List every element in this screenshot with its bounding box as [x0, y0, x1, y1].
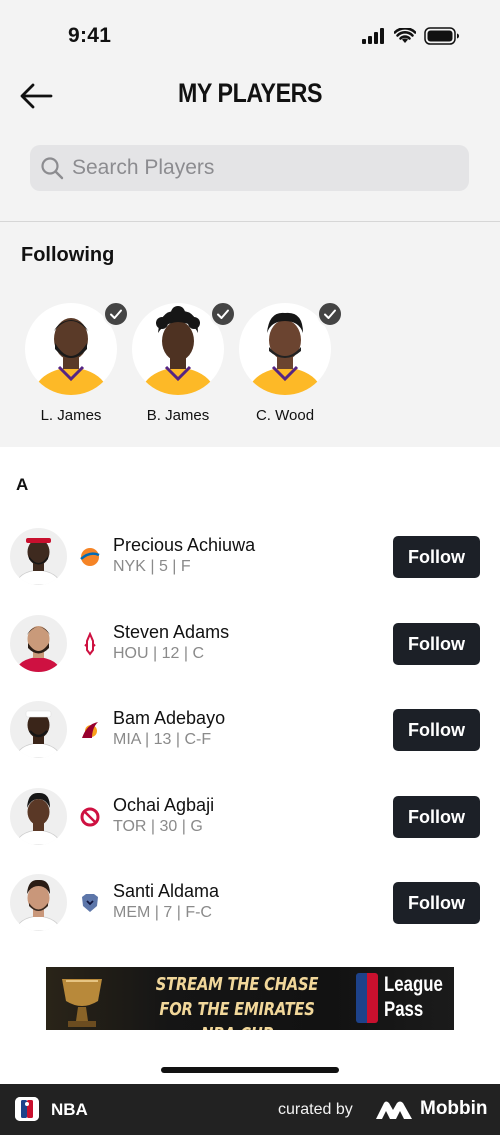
- player-meta: NYK | 5 | F: [113, 558, 191, 575]
- rockets-logo-icon: [84, 632, 96, 656]
- promo-line-2: FOR THE EMIRATES NBA CUP: [159, 999, 315, 1030]
- header: MY PLAYERS: [0, 70, 500, 120]
- player-meta: MEM | 7 | F-C: [113, 904, 212, 921]
- player-avatar: [10, 615, 67, 672]
- player-name: Santi Aldama: [113, 881, 220, 901]
- mobbin-brand: Mobbin: [420, 1098, 488, 1119]
- player-meta: TOR | 30 | G: [113, 818, 203, 835]
- wifi-icon: [394, 28, 416, 43]
- player-avatar: [10, 874, 67, 931]
- heat-logo-icon: [82, 722, 98, 738]
- league-pass-line-2: Pass: [384, 998, 424, 1021]
- player-meta: MIA | 13 | C-F: [113, 731, 212, 748]
- player-headshot-icon: [15, 792, 62, 845]
- followed-check-icon: [103, 301, 129, 327]
- trophy-icon: [62, 979, 102, 1027]
- player-headshot-icon: [16, 626, 61, 672]
- page-title: MY PLAYERS: [177, 78, 323, 108]
- promo-banner[interactable]: STREAM THE CHASE FOR THE EMIRATES NBA CU…: [46, 967, 454, 1030]
- following-player[interactable]: B. James: [132, 301, 236, 424]
- nba-app-icon: [15, 1097, 39, 1121]
- player-headshot-icon: [15, 538, 62, 585]
- league-pass-line-1: League: [384, 973, 443, 996]
- player-row: Ochai Agbaji TOR | 30 | G Follow: [0, 787, 500, 847]
- follow-button[interactable]: Follow: [393, 536, 480, 578]
- search-input[interactable]: [72, 156, 452, 180]
- status-time: 9:41: [68, 24, 112, 47]
- following-player[interactable]: L. James: [25, 301, 129, 424]
- footer-app-name: NBA: [51, 1100, 88, 1119]
- section-letter: A: [16, 475, 29, 494]
- followed-check-icon: [210, 301, 236, 327]
- player-name: Steven Adams: [113, 622, 230, 642]
- home-indicator: [161, 1067, 339, 1073]
- player-avatar: [10, 701, 67, 758]
- following-player[interactable]: C. Wood: [239, 301, 343, 424]
- player-name: Precious Achiuwa: [113, 535, 256, 555]
- player-name: Ochai Agbaji: [113, 795, 215, 815]
- mobbin-logo-icon: [376, 1101, 412, 1119]
- grizzlies-logo-icon: [82, 894, 98, 912]
- follow-button[interactable]: Follow: [393, 882, 480, 924]
- footer-bar: NBA curated by Mobbin: [0, 1084, 500, 1135]
- player-row: Steven Adams HOU | 12 | C Follow: [0, 614, 500, 674]
- player-row: Precious Achiuwa NYK | 5 | F Follow: [0, 527, 500, 587]
- search-icon: [41, 157, 64, 180]
- divider: [0, 221, 500, 222]
- nba-logo-icon: [356, 973, 378, 1023]
- player-row: Bam Adebayo MIA | 13 | C-F Follow: [0, 700, 500, 760]
- search-bar[interactable]: [30, 145, 469, 191]
- follow-button[interactable]: Follow: [393, 623, 480, 665]
- player-meta: HOU | 12 | C: [113, 645, 204, 662]
- promo-text: STREAM THE CHASE FOR THE EMIRATES NBA CU…: [151, 972, 323, 1030]
- promo-line-1: STREAM THE CHASE: [155, 974, 319, 995]
- cellular-signal-icon: [362, 28, 384, 44]
- following-heading: Following: [21, 244, 115, 266]
- player-row: Santi Aldama MEM | 7 | F-C Follow: [0, 873, 500, 933]
- status-bar: 9:41: [0, 0, 500, 60]
- follow-button[interactable]: Follow: [393, 796, 480, 838]
- following-player-name: C. Wood: [255, 407, 315, 424]
- raptors-logo-icon: [80, 807, 100, 827]
- player-headshot-icon: [15, 879, 62, 931]
- player-name: Bam Adebayo: [113, 708, 226, 728]
- player-headshot-icon: [15, 710, 62, 758]
- player-avatar: [10, 788, 67, 845]
- knicks-logo-icon: [80, 548, 100, 566]
- followed-check-icon: [317, 301, 343, 327]
- battery-icon: [424, 27, 459, 45]
- player-avatar: [10, 528, 67, 585]
- status-icons: [362, 27, 460, 45]
- curated-by-label: curated by: [278, 1101, 353, 1118]
- follow-button[interactable]: Follow: [393, 709, 480, 751]
- league-pass-logo: League Pass: [384, 972, 443, 1022]
